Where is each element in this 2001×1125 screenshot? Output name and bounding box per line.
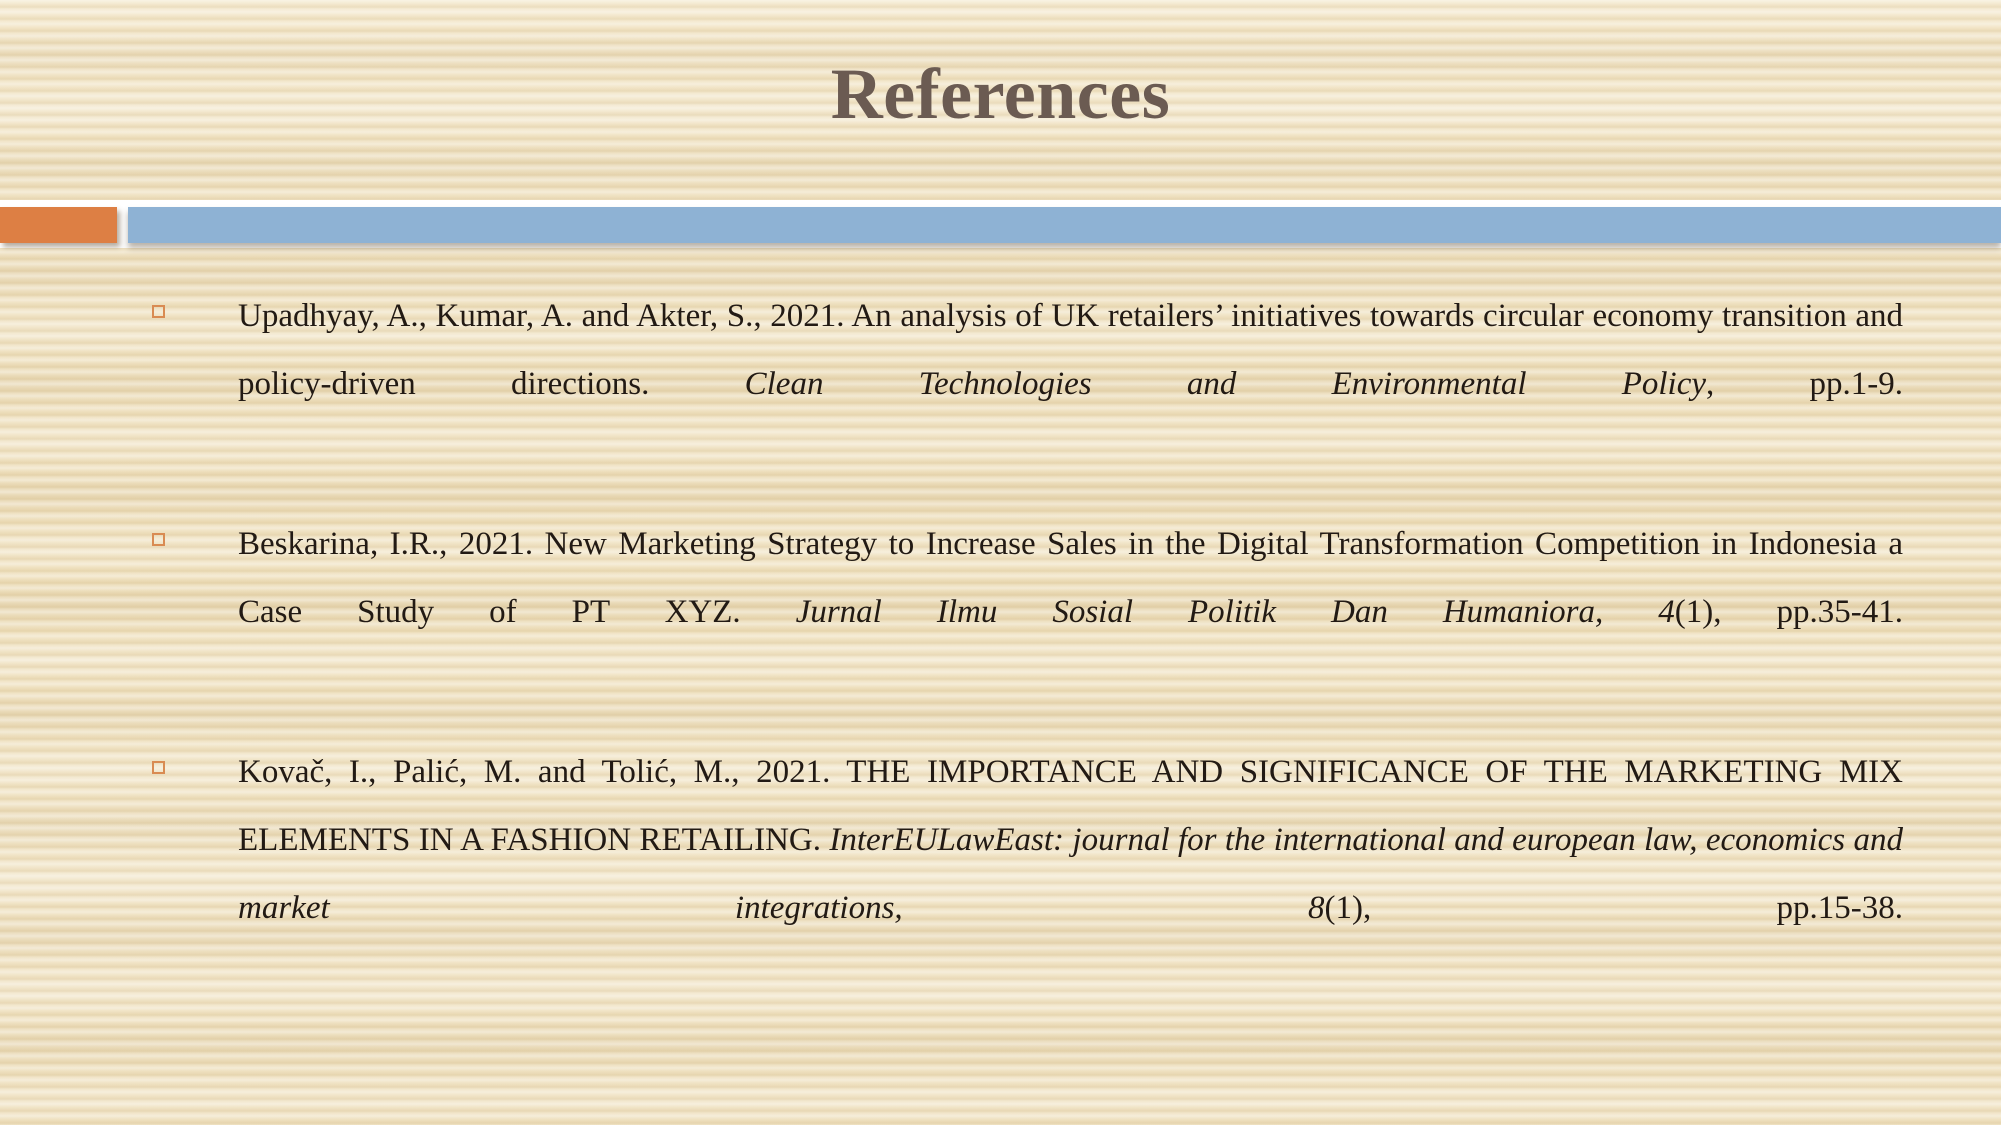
list-item: Beskarina, I.R., 2021. New Marketing Str… (0, 510, 2001, 714)
reference-entry-text: Kovač, I., Palić, M. and Tolić, M., 2021… (238, 738, 1903, 1010)
reference-segment-italic: Jurnal Ilmu Sosial Politik Dan Humaniora… (795, 594, 1675, 630)
title-divider (0, 200, 2001, 248)
divider-accent-bar-blue (128, 207, 2001, 243)
square-outline-bullet-icon (152, 305, 165, 318)
references-list: Upadhyay, A., Kumar, A. and Akter, S., 2… (0, 282, 2001, 1034)
reference-segment-regular: , pp.1-9. (1706, 366, 1903, 402)
reference-segment-regular: (1), pp.15-38. (1324, 890, 1903, 926)
page-title: References (830, 54, 1171, 134)
reference-entry-text: Beskarina, I.R., 2021. New Marketing Str… (238, 510, 1903, 714)
reference-segment-regular: (1), pp.35-41. (1674, 594, 1903, 630)
square-outline-bullet-icon (152, 533, 165, 546)
list-item: Upadhyay, A., Kumar, A. and Akter, S., 2… (0, 282, 2001, 486)
reference-entry-text: Upadhyay, A., Kumar, A. and Akter, S., 2… (238, 282, 1903, 486)
title-placeholder: References (0, 52, 2001, 136)
slide-canvas: References Upadhyay, A., Kumar, A. and A… (0, 0, 2001, 1125)
list-item: Kovač, I., Palić, M. and Tolić, M., 2021… (0, 738, 2001, 1010)
reference-segment-italic: Clean Technologies and Environmental Pol… (744, 366, 1707, 402)
divider-accent-bar-orange (0, 207, 117, 243)
square-outline-bullet-icon (152, 761, 165, 774)
